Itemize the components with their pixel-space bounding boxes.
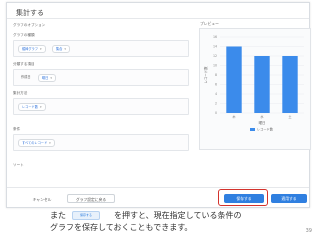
- preview-panel: 0 2 4 6 8 10 12 14 16 木水土曜日 レコード数 レコード数: [199, 28, 311, 150]
- section-label-condition: 条件: [13, 127, 21, 131]
- reset-graph-settings-button[interactable]: グラフ設定に戻る: [67, 194, 115, 203]
- chevron-down-icon: ▾: [49, 141, 51, 145]
- y-tick-label: 6: [215, 83, 217, 87]
- cancel-button[interactable]: キャンセル: [31, 195, 53, 204]
- y-tick-label: 4: [215, 92, 217, 96]
- caption-text: また: [50, 211, 66, 220]
- y-tick-label: 8: [215, 73, 217, 77]
- y-tick-label: 0: [215, 111, 217, 115]
- page-number: 39: [305, 228, 312, 234]
- caption: また 保存する を押すと、現在指定している条件の グラフを保存しておくこともできます…: [50, 210, 241, 234]
- group-by-unit-select[interactable]: 曜日 ▾: [38, 74, 56, 82]
- caption-text: を押すと、現在指定している条件の: [114, 211, 242, 220]
- y-tick-label: 16: [213, 35, 217, 39]
- footer-divider: [7, 187, 309, 188]
- graph-options-panel: グラフのオプション グラフの種類 縦棒グラフ ▾ 集合 ▾ 分類する項目 作成日 曜…: [9, 19, 189, 189]
- chart-subtype-select[interactable]: 集合 ▾: [52, 45, 70, 53]
- apply-button[interactable]: 適用する: [271, 194, 307, 203]
- inline-save-button: 保存する: [72, 211, 100, 220]
- legend-label: レコード数: [257, 127, 274, 132]
- section-label-chart-type: グラフの種類: [13, 33, 35, 37]
- section-label-aggregation: 集計方法: [13, 91, 28, 95]
- condition-select[interactable]: すべてのレコード ▾: [18, 139, 55, 147]
- chart-bar: [254, 56, 270, 113]
- x-axis-label: 曜日: [259, 121, 266, 125]
- aggregation-select[interactable]: レコード数 ▾: [18, 103, 46, 111]
- slide: 集計する グラフのオプション グラフの種類 縦棒グラフ ▾ 集合 ▾ 分類する項目 …: [0, 0, 320, 240]
- options-heading: グラフのオプション: [13, 23, 46, 27]
- chart-bar: [282, 56, 298, 113]
- y-tick-label: 2: [215, 102, 217, 106]
- section-chart-type: 縦棒グラフ ▾ 集合 ▾: [13, 40, 189, 57]
- preview-chart: 0246810121416木水土曜日レコード数レコード数: [203, 35, 304, 132]
- section-label-sort: ソート: [13, 163, 24, 167]
- x-tick-label: 水: [260, 114, 264, 119]
- y-axis-label: レコード数: [203, 66, 208, 84]
- legend-swatch: [250, 128, 255, 131]
- chevron-down-icon: ▾: [50, 76, 52, 80]
- group-by-field: 作成日: [21, 75, 31, 79]
- preview-heading: プレビュー: [200, 21, 219, 26]
- chart-bar: [226, 46, 242, 113]
- section-aggregation: レコード数 ▾: [13, 98, 189, 115]
- save-button-highlight: [218, 189, 268, 206]
- y-tick-label: 14: [213, 45, 217, 49]
- section-label-group-by: 分類する項目: [13, 62, 35, 66]
- chevron-down-icon: ▾: [64, 47, 66, 51]
- x-tick-label: 木: [232, 114, 236, 119]
- chart-type-select[interactable]: 縦棒グラフ ▾: [18, 45, 46, 53]
- section-condition: すべてのレコード ▾: [13, 134, 189, 151]
- x-tick-label: 土: [288, 114, 292, 119]
- section-group-by: 作成日 曜日 ▾: [13, 69, 189, 86]
- y-tick-label: 12: [213, 54, 217, 58]
- caption-line-2: グラフを保存しておくこともできます。: [50, 223, 193, 232]
- caption-line-1: また 保存する を押すと、現在指定している条件の: [50, 210, 241, 222]
- dialog-title: 集計する: [16, 9, 44, 17]
- chevron-down-icon: ▾: [39, 47, 42, 51]
- chevron-down-icon: ▾: [39, 105, 42, 109]
- y-tick-label: 10: [213, 64, 217, 68]
- aggregate-dialog: 集計する グラフのオプション グラフの種類 縦棒グラフ ▾ 集合 ▾ 分類する項目 …: [6, 2, 311, 208]
